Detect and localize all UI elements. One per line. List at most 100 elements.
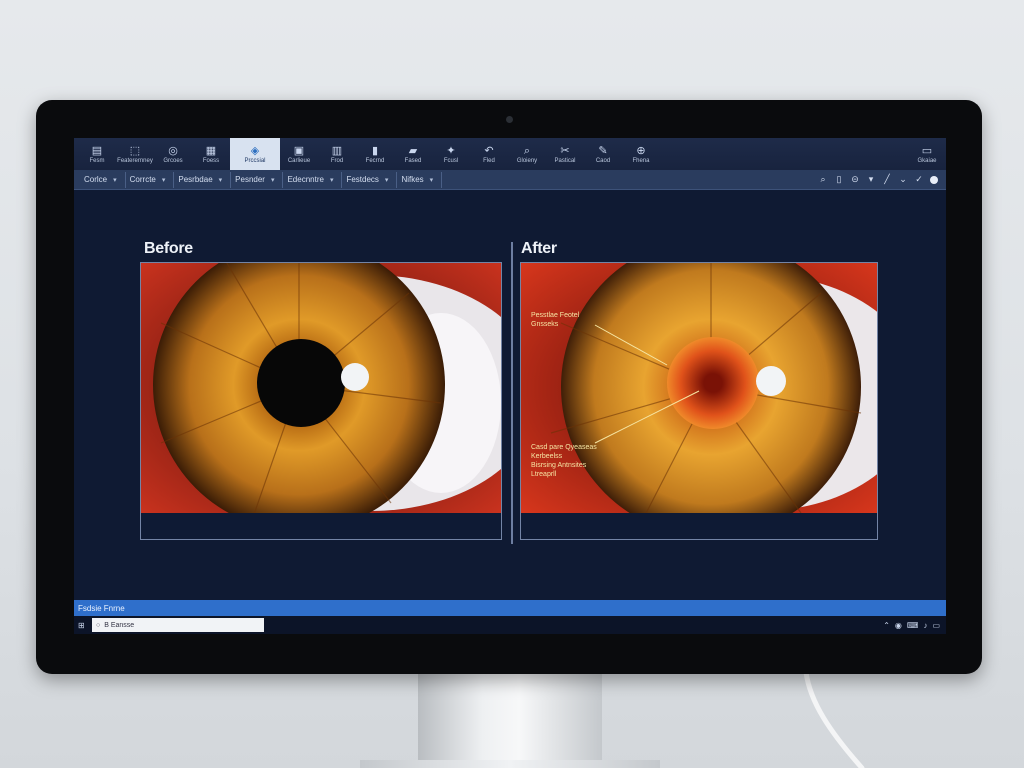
chevron-down-icon: ▾ xyxy=(161,176,166,184)
dropdown-value: Pesnder xyxy=(235,175,265,184)
ribbon-button-label: Featerernney xyxy=(117,157,153,164)
dropdown-value: Pesrbdae xyxy=(178,175,213,184)
notification-icon[interactable]: ▭ xyxy=(932,621,940,630)
ribbon-button[interactable]: ◎ Grcoes xyxy=(154,138,192,170)
zoom-out-icon[interactable]: ⊝ xyxy=(850,174,860,185)
ribbon-button[interactable]: ▤ Fesm xyxy=(78,138,116,170)
ribbon-button-label: Fased xyxy=(404,157,422,164)
search-icon: ○ xyxy=(96,621,101,629)
color-swatch[interactable] xyxy=(930,175,938,184)
ribbon-button-label: Foess xyxy=(202,157,220,164)
before-eye-image xyxy=(141,263,501,513)
network-icon[interactable]: ◉ xyxy=(895,621,902,630)
columns-icon: ▥ xyxy=(331,144,343,157)
ribbon-button-label: Pastical xyxy=(554,157,576,164)
chevron-down-icon: ▾ xyxy=(329,176,334,184)
dropdown-value: Festdecs xyxy=(346,175,379,184)
ribbon-button[interactable]: ⊕ Fhena xyxy=(622,138,660,170)
option-dropdown[interactable]: Pesnder ▾ xyxy=(231,171,284,188)
ribbon-button[interactable]: ✎ Caod xyxy=(584,138,622,170)
start-icon[interactable]: ⊞ xyxy=(78,621,92,630)
monitor-cable xyxy=(803,672,865,768)
annotation-top: Pesstlae Feotel Gnsseks xyxy=(531,311,579,329)
ribbon-button-label: Fecrnd xyxy=(365,157,385,164)
status-bar: Fsdsie Fnrne xyxy=(74,600,946,616)
after-label: After xyxy=(521,240,557,257)
chevron-down-icon: ▾ xyxy=(218,176,223,184)
taskbar: ⊞ ○ B Eansse ⌃ ◉ ⌨ ♪ ▭ xyxy=(74,616,946,634)
monitor-stand xyxy=(418,672,602,768)
dropdown-value: Corrcte xyxy=(129,175,156,184)
magnify-icon[interactable]: ⌕ xyxy=(818,174,828,185)
monitor-icon: ▭ xyxy=(921,144,933,157)
chevron-up-icon[interactable]: ⌃ xyxy=(883,621,890,630)
ribbon-button-label: Fhena xyxy=(632,157,650,164)
chevron-down-icon: ▾ xyxy=(113,176,117,184)
chevron-down-icon: ▾ xyxy=(429,176,434,184)
chevron-down-icon: ▾ xyxy=(270,176,275,184)
ribbon-button-label: Fled xyxy=(483,157,495,164)
option-dropdown[interactable]: Corrcte ▾ xyxy=(126,171,175,188)
chevron-down-icon: ▾ xyxy=(384,176,389,184)
ribbon-button[interactable]: ✂ Pastical xyxy=(546,138,584,170)
after-image-panel[interactable]: Pesstlae Feotel Gnsseks Casd pare Qyeasea… xyxy=(520,262,878,540)
ribbon-button[interactable]: ▦ Foess xyxy=(192,138,230,170)
layers-icon: ⬚ xyxy=(129,144,141,157)
option-bar: Corlce ▾ Corrcte ▾ Pesrbdae ▾ Pesnder ▾ Edecnntr… xyxy=(74,170,946,190)
webcam xyxy=(506,116,513,123)
annotation-line: Bisrsing Antnsites xyxy=(531,462,587,469)
annotation-line: Ltreaprll xyxy=(531,471,557,478)
pen-icon: ✎ xyxy=(598,144,608,157)
system-tray: ⌃ ◉ ⌨ ♪ ▭ xyxy=(883,621,946,630)
spark-icon: ✦ xyxy=(446,144,456,157)
option-dropdown[interactable]: Festdecs ▾ xyxy=(342,171,398,188)
screen: ▤ Fesm ⬚ Featerernney ◎ Grcoes ▦ Foess ◈ Prccsial… xyxy=(74,138,946,634)
ribbon-button[interactable]: ↶ Fled xyxy=(470,138,508,170)
ribbon-button[interactable]: ▮ Fecrnd xyxy=(356,138,394,170)
annotation-bottom: Casd pare Qyeaseas Kerbeelss Bisrsing Antn… xyxy=(531,443,597,479)
cut-icon: ✂ xyxy=(560,144,570,157)
crop-icon[interactable]: ▯ xyxy=(834,174,844,185)
option-dropdown[interactable]: Pesrbdae ▾ xyxy=(174,171,232,188)
ribbon-button[interactable]: ⌕ Gloieny xyxy=(508,138,546,170)
option-dropdown[interactable]: Nifkes ▾ xyxy=(397,171,443,188)
ribbon-button[interactable]: ⬚ Featerernney xyxy=(116,138,154,170)
dropdown-icon[interactable]: ▾ xyxy=(866,174,876,185)
ribbon-toolbar: ▤ Fesm ⬚ Featerernney ◎ Grcoes ▦ Foess ◈ Prccsial… xyxy=(74,138,946,170)
chevron-icon[interactable]: ⌄ xyxy=(898,174,908,185)
search-text: B Eansse xyxy=(104,621,135,629)
ribbon-button-label: Caod xyxy=(595,157,611,164)
undo-icon: ↶ xyxy=(484,144,494,157)
volume-icon[interactable]: ♪ xyxy=(923,621,927,630)
ribbon-button-label: Fcusl xyxy=(443,157,459,164)
before-label: Before xyxy=(144,240,193,257)
status-text: Fsdsie Fnrne xyxy=(78,603,125,613)
taskbar-search[interactable]: ○ B Eansse xyxy=(92,618,264,632)
compare-divider[interactable] xyxy=(511,242,513,544)
before-image-panel[interactable] xyxy=(140,262,502,540)
ribbon-button-label: Fesm xyxy=(89,157,105,164)
tool-group: ⌕ ▯ ⊝ ▾ ╱ ⌄ ✓ xyxy=(818,174,946,185)
ribbon-button-label: Gkaiae xyxy=(917,157,937,164)
option-dropdown[interactable]: Edecnntre ▾ xyxy=(283,171,343,188)
dropdown-value: Corlce xyxy=(84,175,108,184)
ribbon-button-label: Gloieny xyxy=(516,157,538,164)
keyboard-icon[interactable]: ⌨ xyxy=(907,621,919,630)
ribbon-button[interactable]: ▣ Carlieue xyxy=(280,138,318,170)
check-icon[interactable]: ✓ xyxy=(914,174,924,185)
option-dropdown[interactable]: Corlce ▾ xyxy=(80,171,126,188)
annotation-line: Kerbeelss xyxy=(531,453,563,460)
bar-icon: ▮ xyxy=(371,144,379,157)
monitor-base xyxy=(360,760,660,768)
ribbon-button[interactable]: ▥ Frod xyxy=(318,138,356,170)
ribbon-button-label: Prccsial xyxy=(244,157,266,164)
globe-icon: ⊕ xyxy=(636,144,646,157)
line-icon[interactable]: ╱ xyxy=(882,174,892,185)
ribbon-button[interactable]: ✦ Fcusl xyxy=(432,138,470,170)
ribbon-button-display[interactable]: ▭ Gkaiae xyxy=(908,138,946,170)
annotation-line: Casd pare Qyeaseas xyxy=(531,444,597,451)
annotation-line: Pesstlae Feotel xyxy=(531,312,580,319)
ribbon-button[interactable]: ▰ Fased xyxy=(394,138,432,170)
magnify-icon: ⌕ xyxy=(523,144,531,157)
ribbon-button[interactable]: ◈ Prccsial xyxy=(230,138,280,170)
